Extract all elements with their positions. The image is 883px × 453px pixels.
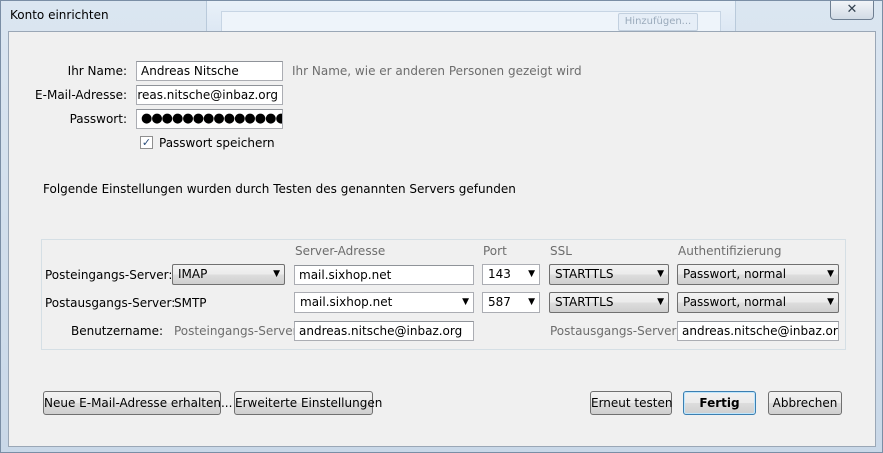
username-outgoing-label: Postausgangs-Server: <box>550 324 681 338</box>
chevron-down-icon: ▼ <box>827 297 834 307</box>
cancel-button[interactable]: Abbrechen <box>768 391 842 415</box>
checkmark-icon: ✓ <box>141 136 152 149</box>
outgoing-auth-select[interactable]: Passwort, normal ▼ <box>677 292 839 313</box>
column-header-port: Port <box>483 244 507 258</box>
column-header-ssl: SSL <box>550 244 572 258</box>
chevron-down-icon: ▼ <box>657 297 664 307</box>
password-label: Passwort: <box>69 112 127 126</box>
outgoing-ssl-select[interactable]: STARTTLS ▼ <box>549 292 669 313</box>
incoming-port-field[interactable]: 143 ▼ <box>482 264 540 285</box>
incoming-auth-select[interactable]: Passwort, normal ▼ <box>677 264 839 285</box>
retest-button[interactable]: Erneut testen <box>590 391 672 415</box>
done-button[interactable]: Fertig <box>683 391 756 415</box>
close-icon: ✕ <box>846 2 858 17</box>
username-incoming-label: Posteingangs-Server: <box>174 324 302 338</box>
incoming-protocol-select[interactable]: IMAP ▼ <box>172 264 285 285</box>
dialog-client-area: Ihr Name: Andreas Nitsche Ihr Name, wie … <box>8 31 876 447</box>
new-email-address-button[interactable]: Neue E-Mail-Adresse erhalten... <box>43 391 232 415</box>
save-password-checkbox[interactable]: ✓ <box>140 136 153 149</box>
incoming-server-address-field[interactable]: mail.sixhop.net <box>294 265 474 285</box>
window-title: Konto einrichten <box>10 8 109 22</box>
email-field[interactable]: andreas.nitsche@inbaz.org <box>136 85 283 105</box>
outgoing-protocol: SMTP <box>174 296 207 310</box>
incoming-username-field[interactable]: andreas.nitsche@inbaz.org <box>294 321 474 341</box>
outgoing-username-field[interactable]: andreas.nitsche@inbaz.org <box>677 321 839 341</box>
outgoing-port-field[interactable]: 587 ▼ <box>482 292 540 313</box>
column-header-auth: Authentifizierung <box>678 244 782 258</box>
outgoing-server-address-field[interactable]: mail.sixhop.net ▼ <box>294 292 474 313</box>
advanced-settings-button[interactable]: Erweiterte Einstellungen <box>234 391 382 415</box>
incoming-server-label: Posteingangs-Server: <box>45 268 173 282</box>
column-header-address: Server-Adresse <box>295 244 386 258</box>
name-hint: Ihr Name, wie er anderen Personen gezeig… <box>292 64 582 78</box>
dialog-window: Hinzufügen... Konto einrichten ✕ Ihr Nam… <box>0 0 883 453</box>
outgoing-server-label: Postausgangs-Server: <box>45 296 176 310</box>
chevron-down-icon: ▼ <box>273 269 280 279</box>
incoming-ssl-select[interactable]: STARTTLS ▼ <box>549 264 669 285</box>
chevron-down-icon: ▼ <box>528 269 535 279</box>
chevron-down-icon: ▼ <box>657 269 664 279</box>
name-label: Ihr Name: <box>67 64 127 78</box>
chevron-down-icon: ▼ <box>827 269 834 279</box>
username-label: Benutzername: <box>70 324 163 338</box>
name-field[interactable]: Andreas Nitsche <box>136 61 283 81</box>
chevron-down-icon: ▼ <box>462 297 469 307</box>
close-button[interactable]: ✕ <box>830 1 874 20</box>
save-password-label[interactable]: Passwort speichern <box>159 136 275 150</box>
found-settings-message: Folgende Einstellungen wurden durch Test… <box>43 182 516 196</box>
chevron-down-icon: ▼ <box>528 297 535 307</box>
password-field[interactable]: ●●●●●●●●●●●●●●●●●●● <box>136 109 283 129</box>
email-label: E-Mail-Adresse: <box>35 88 127 102</box>
background-add-button: Hinzufügen... <box>618 13 698 31</box>
